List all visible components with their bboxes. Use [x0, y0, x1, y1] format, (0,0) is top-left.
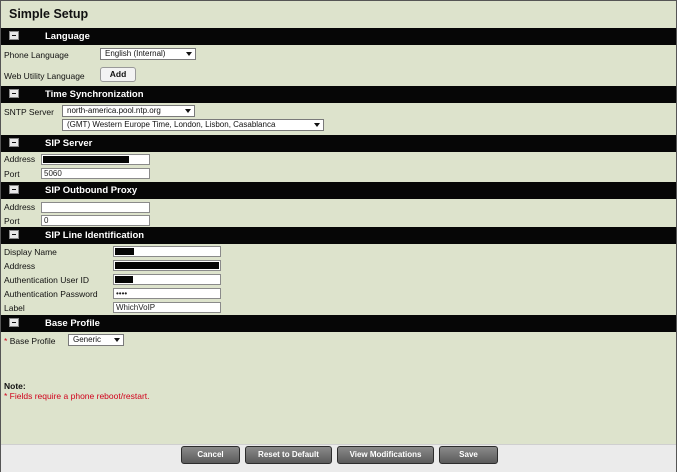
display-name-label: Display Name: [4, 247, 57, 257]
proxy-address-field[interactable]: [41, 202, 150, 213]
base-profile-label: Base Profile: [9, 336, 56, 346]
line-address-label: Address: [4, 261, 36, 271]
proxy-address-row: Address: [1, 199, 676, 213]
collapse-icon[interactable]: [9, 185, 19, 194]
collapse-icon[interactable]: [9, 89, 19, 98]
sip-address-row: Address: [1, 152, 676, 166]
base-profile-label-group: * Base Profile: [4, 336, 56, 346]
collapse-icon[interactable]: [9, 138, 19, 147]
redacted-value: [43, 156, 129, 163]
section-outbound-proxy: SIP Outbound Proxy: [1, 182, 676, 199]
chevron-down-icon: [314, 123, 320, 127]
required-marker: *: [4, 336, 8, 346]
section-title: Base Profile: [45, 318, 100, 329]
base-profile-row: * Base Profile Generic: [1, 332, 676, 350]
base-profile-value: Generic: [73, 335, 102, 344]
sip-address-label: Address: [4, 154, 36, 164]
cancel-button[interactable]: Cancel: [181, 446, 240, 464]
save-button[interactable]: Save: [439, 446, 498, 464]
timezone-select[interactable]: (GMT) Western Europe Time, London, Lisbo…: [62, 119, 324, 131]
collapse-icon[interactable]: [9, 31, 19, 40]
section-base-profile: Base Profile: [1, 315, 676, 332]
auth-password-row: Authentication Password ••••: [1, 286, 676, 300]
section-title: SIP Line Identification: [45, 230, 145, 241]
label-field[interactable]: WhichVoIP: [113, 302, 221, 313]
proxy-port-label: Port: [4, 216, 20, 226]
section-language: Language: [1, 28, 676, 45]
phone-language-row: Phone Language English (Internal): [1, 45, 676, 66]
section-title: SIP Server: [45, 138, 93, 149]
collapse-icon[interactable]: [9, 318, 19, 327]
auth-user-row: Authentication User ID: [1, 272, 676, 286]
label-label: Label: [4, 303, 25, 313]
phone-language-label: Phone Language: [4, 50, 69, 60]
display-name-row: Display Name: [1, 244, 676, 258]
auth-user-field[interactable]: [113, 274, 221, 285]
section-time-sync: Time Synchronization: [1, 86, 676, 103]
sip-address-field[interactable]: [41, 154, 150, 165]
line-address-field[interactable]: [113, 260, 221, 271]
page-title: Simple Setup: [1, 1, 676, 28]
proxy-address-label: Address: [4, 202, 36, 212]
simple-setup-window: Simple Setup Language Phone Language Eng…: [0, 0, 677, 472]
phone-language-value: English (Internal): [105, 49, 166, 58]
add-language-button[interactable]: Add: [100, 67, 136, 82]
view-modifications-button[interactable]: View Modifications: [337, 446, 434, 464]
line-address-row: Address: [1, 258, 676, 272]
chevron-down-icon: [186, 52, 192, 56]
section-sip-server: SIP Server: [1, 135, 676, 152]
sntp-server-label: SNTP Server: [4, 107, 54, 117]
sntp-server-value: north-america.pool.ntp.org: [67, 106, 161, 115]
section-title: Time Synchronization: [45, 89, 144, 100]
redacted-value: [115, 248, 134, 255]
timezone-row: (GMT) Western Europe Time, London, Lisbo…: [1, 118, 676, 133]
timezone-value: (GMT) Western Europe Time, London, Lisbo…: [67, 120, 276, 129]
chevron-down-icon: [185, 109, 191, 113]
proxy-port-row: Port 0: [1, 213, 676, 227]
label-row: Label WhichVoIP: [1, 300, 676, 314]
sip-port-row: Port 5060: [1, 166, 676, 180]
auth-password-label: Authentication Password: [4, 289, 98, 299]
sip-port-label: Port: [4, 169, 20, 179]
reset-to-default-button[interactable]: Reset to Default: [245, 446, 332, 464]
display-name-field[interactable]: [113, 246, 221, 257]
base-profile-select[interactable]: Generic: [68, 334, 124, 346]
redacted-value: [115, 276, 133, 283]
proxy-port-field[interactable]: 0: [41, 215, 150, 226]
phone-language-select[interactable]: English (Internal): [100, 48, 196, 60]
section-title: SIP Outbound Proxy: [45, 185, 138, 196]
auth-password-field[interactable]: ••••: [113, 288, 221, 299]
note-title: Note:: [4, 381, 26, 391]
collapse-icon[interactable]: [9, 230, 19, 239]
web-language-row: Web Utility Language Add: [1, 66, 676, 86]
sntp-server-select[interactable]: north-america.pool.ntp.org: [62, 105, 195, 117]
sip-port-field[interactable]: 5060: [41, 168, 150, 179]
redacted-value: [115, 262, 219, 269]
sntp-row: SNTP Server north-america.pool.ntp.org: [1, 103, 676, 118]
section-line-identification: SIP Line Identification: [1, 227, 676, 244]
note-text: * Fields require a phone reboot/restart.: [4, 391, 150, 401]
web-language-label: Web Utility Language: [4, 71, 85, 81]
auth-user-label: Authentication User ID: [4, 275, 90, 285]
section-title: Language: [45, 31, 90, 42]
chevron-down-icon: [114, 338, 120, 342]
